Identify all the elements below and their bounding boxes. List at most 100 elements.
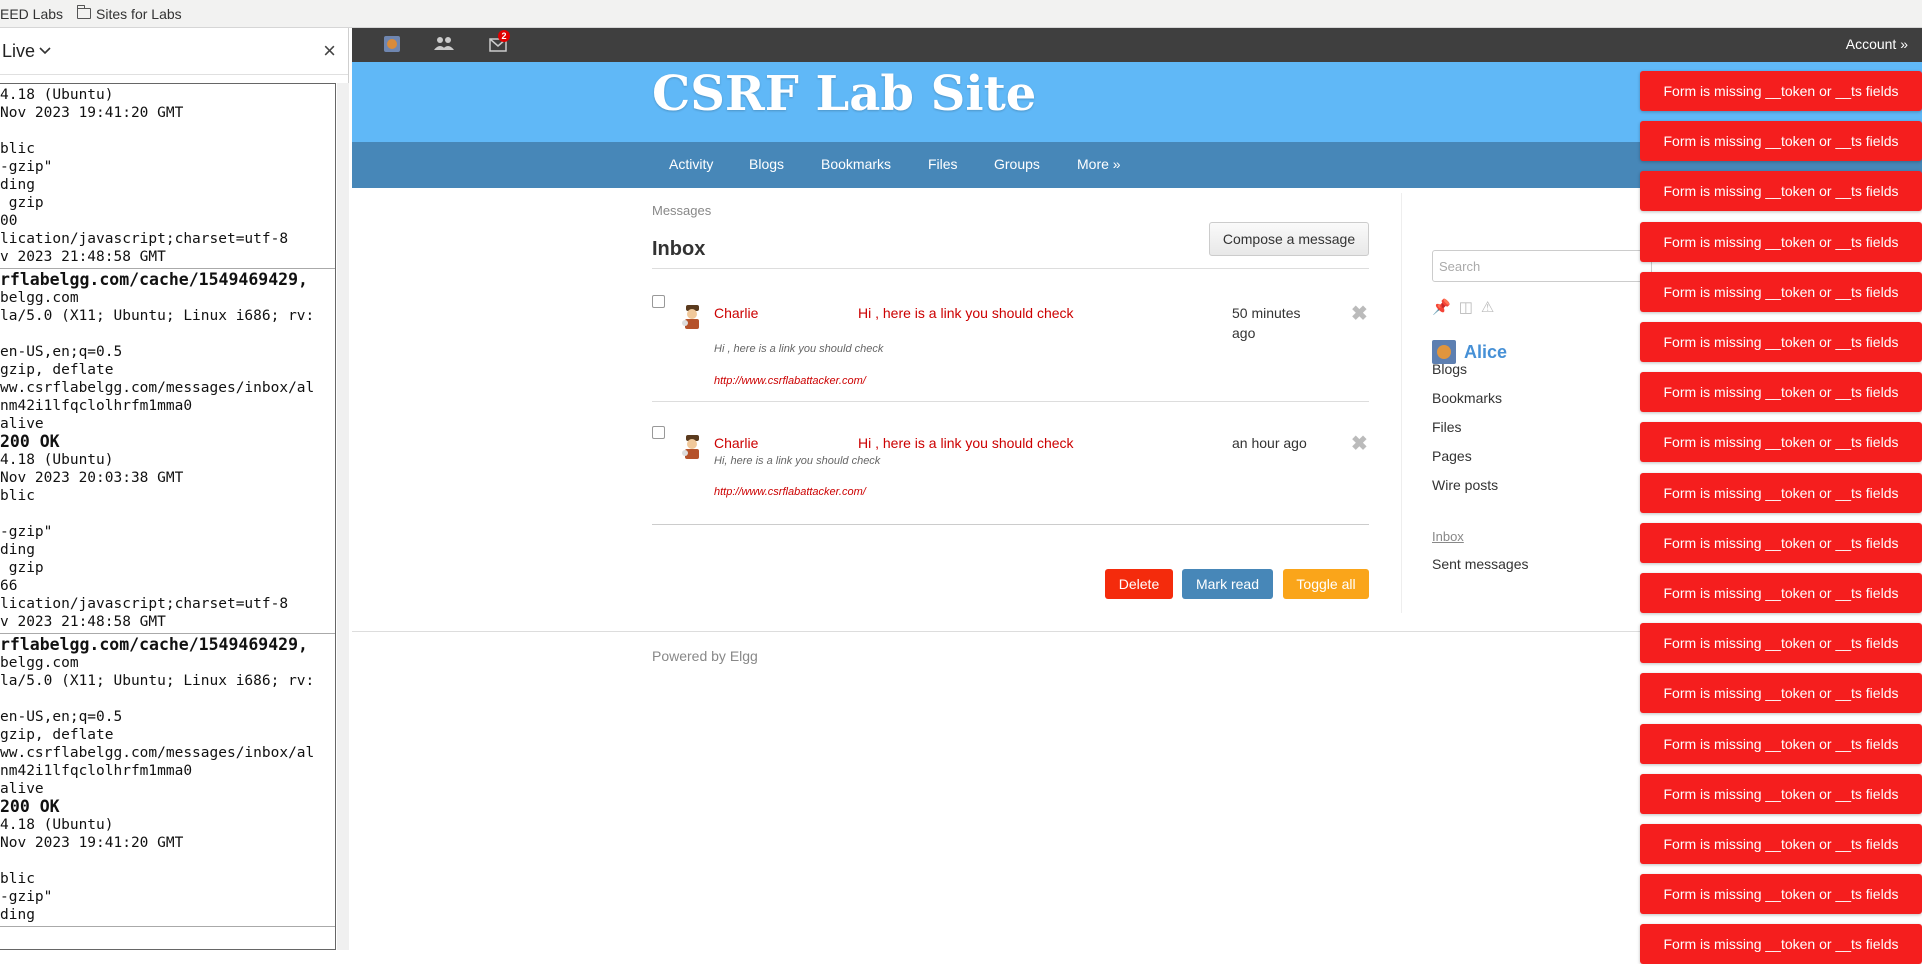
error-toast[interactable]: Form is missing __token or __ts fields <box>1640 874 1922 915</box>
error-toast[interactable]: Form is missing __token or __ts fields <box>1640 723 1922 764</box>
error-toast[interactable]: Form is missing __token or __ts fields <box>1640 673 1922 714</box>
error-toast[interactable]: Form is missing __token or __ts fields <box>1640 924 1922 964</box>
pin-icon[interactable]: 📌 <box>1432 298 1451 316</box>
error-toast[interactable]: Form is missing __token or __ts fields <box>1640 522 1922 563</box>
log-line: alive <box>0 781 44 797</box>
panel-scrollbar[interactable] <box>337 83 349 950</box>
log-line: ww.csrflabelgg.com/messages/inbox/al <box>0 380 315 396</box>
bookmark-sites-for-labs[interactable]: Sites for Labs <box>76 5 182 22</box>
error-toast[interactable]: Form is missing __token or __ts fields <box>1640 422 1922 463</box>
powered-by[interactable]: Powered by Elgg <box>652 648 758 664</box>
site-title[interactable]: CSRF Lab Site <box>652 66 1036 122</box>
error-toast[interactable]: Form is missing __token or __ts fields <box>1640 773 1922 814</box>
nav-groups[interactable]: Groups <box>994 156 1040 172</box>
chevron-down-icon <box>39 47 51 55</box>
bookmark-eed-labs[interactable]: EED Labs <box>0 6 63 22</box>
message-time: an hour ago <box>1232 435 1307 451</box>
owner-name[interactable]: Alice <box>1464 342 1507 363</box>
http-header-panel: Live × 4.18 (Ubuntu) Nov 2023 19:41:20 GM… <box>0 28 349 950</box>
error-toast[interactable]: Form is missing __token or __ts fields <box>1640 221 1922 262</box>
live-mode-dropdown[interactable]: Live <box>2 41 51 62</box>
search-input[interactable]: Search <box>1432 250 1652 282</box>
log-line: rflabelgg.com/cache/1549469429, <box>0 271 308 289</box>
message-from[interactable]: Charlie <box>714 305 758 321</box>
mail-icon[interactable]: 2 <box>488 30 510 55</box>
owner-link-files[interactable]: Files <box>1432 419 1462 435</box>
log-line: gzip, deflate <box>0 362 114 378</box>
error-toast[interactable]: Form is missing __token or __ts fields <box>1640 372 1922 413</box>
breadcrumb[interactable]: Messages <box>652 203 711 218</box>
log-line: alive <box>0 416 44 432</box>
log-block: rflabelgg.com/cache/1549469429, belgg.com… <box>0 634 335 927</box>
sidebar-sent-link[interactable]: Sent messages <box>1432 556 1529 572</box>
error-toast[interactable]: Form is missing __token or __ts fields <box>1640 623 1922 664</box>
log-line: la/5.0 (X11; Ubuntu; Linux i686; rv: <box>0 308 315 324</box>
owner-link-bookmarks[interactable]: Bookmarks <box>1432 390 1502 406</box>
close-panel-button[interactable]: × <box>323 38 336 64</box>
mark-read-button[interactable]: Mark read <box>1182 569 1273 599</box>
error-toast[interactable]: Form is missing __token or __ts fields <box>1640 824 1922 864</box>
message-subject[interactable]: Hi , here is a link you should check <box>858 435 1074 451</box>
log-line: 4.18 (Ubuntu) <box>0 452 114 468</box>
log-line: Nov 2023 19:41:20 GMT <box>0 835 184 851</box>
delete-message-icon[interactable]: ✖ <box>1351 431 1368 456</box>
delete-message-icon[interactable]: ✖ <box>1351 301 1368 326</box>
message-checkbox[interactable] <box>652 426 665 439</box>
log-line: 200 OK <box>0 433 60 451</box>
message-link[interactable]: http://www.csrflabattacker.com/ <box>714 486 866 498</box>
charlie-avatar-icon[interactable] <box>680 433 704 461</box>
owner-link-pages[interactable]: Pages <box>1432 448 1472 464</box>
message-from[interactable]: Charlie <box>714 435 758 451</box>
warning-icon[interactable]: ⚠ <box>1481 298 1494 316</box>
friends-icon[interactable] <box>434 35 454 55</box>
message-subject[interactable]: Hi , here is a link you should check <box>858 305 1074 321</box>
log-line: -gzip" <box>0 889 53 905</box>
log-line: 200 OK <box>0 798 60 816</box>
error-toast[interactable]: Form is missing __token or __ts fields <box>1640 171 1922 212</box>
error-toast[interactable]: Form is missing __token or __ts fields <box>1640 71 1922 111</box>
error-toast[interactable]: Form is missing __token or __ts fields <box>1640 121 1922 162</box>
charlie-avatar-icon[interactable] <box>680 303 704 331</box>
log-line: ding <box>0 542 35 558</box>
log-block: 4.18 (Ubuntu) Nov 2023 19:41:20 GMT blic -g… <box>0 84 335 269</box>
sidebar-inbox-link[interactable]: Inbox <box>1432 529 1464 544</box>
rss-icon[interactable]: ◫ <box>1459 298 1473 316</box>
owner-link-blogs[interactable]: Blogs <box>1432 361 1467 377</box>
log-line: 4.18 (Ubuntu) <box>0 817 114 833</box>
message-link[interactable]: http://www.csrflabattacker.com/ <box>714 375 866 387</box>
error-toast[interactable]: Form is missing __token or __ts fields <box>1640 472 1922 513</box>
owner-link-wire-posts[interactable]: Wire posts <box>1432 477 1498 493</box>
site-logo-icon[interactable] <box>382 35 402 55</box>
site-logo-icon-graphic <box>384 36 400 52</box>
log-line: lication/javascript;charset=utf-8 <box>0 231 289 247</box>
nav-bookmarks[interactable]: Bookmarks <box>821 156 891 172</box>
log-line: 00 <box>0 213 18 229</box>
toggle-all-button[interactable]: Toggle all <box>1283 569 1369 599</box>
bookmark-label: EED Labs <box>0 5 64 22</box>
log-line: blic <box>0 871 35 887</box>
error-toast[interactable]: Form is missing __token or __ts fields <box>1640 322 1922 362</box>
account-menu[interactable]: Account » <box>1846 36 1908 52</box>
nav-activity[interactable]: Activity <box>669 156 713 172</box>
divider <box>652 401 1369 402</box>
log-line: blic <box>0 141 35 157</box>
log-line: -gzip" <box>0 524 53 540</box>
divider <box>652 268 1369 269</box>
nav-files[interactable]: Files <box>928 156 958 172</box>
error-toast[interactable]: Form is missing __token or __ts fields <box>1640 271 1922 312</box>
error-toast[interactable]: Form is missing __token or __ts fields <box>1640 573 1922 613</box>
delete-button[interactable]: Delete <box>1105 569 1173 599</box>
nav-more[interactable]: More » <box>1077 156 1121 172</box>
nav-blogs[interactable]: Blogs <box>749 156 784 172</box>
log-line: Nov 2023 20:03:38 GMT <box>0 470 184 486</box>
compose-message-button[interactable]: Compose a message <box>1209 222 1369 256</box>
elgg-topbar: 2 Account » <box>352 28 1922 63</box>
message-checkbox[interactable] <box>652 295 665 308</box>
log-line: gzip <box>0 195 44 211</box>
message-excerpt: Hi, here is a link you should check <box>714 455 881 467</box>
